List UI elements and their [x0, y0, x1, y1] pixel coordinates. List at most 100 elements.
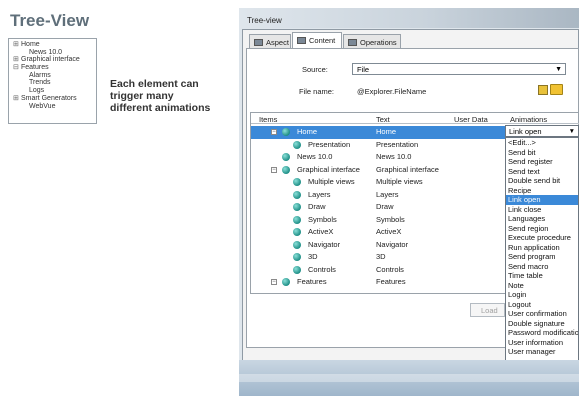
collapse-toggle-icon[interactable]: −: [271, 279, 277, 285]
animation-option[interactable]: Send bit: [506, 148, 578, 158]
animation-option[interactable]: Login: [506, 290, 578, 300]
animation-option[interactable]: Send register: [506, 157, 578, 167]
animation-option[interactable]: User confirmation: [506, 309, 578, 319]
window-title: Tree-view: [247, 16, 282, 25]
globe-icon: [293, 190, 301, 199]
mini-tree-label: WebVue: [29, 102, 56, 110]
tree-row[interactable]: − Features Features: [251, 276, 505, 289]
item-name: Navigator: [308, 239, 341, 249]
tree-row[interactable]: Multiple views Multiple views: [251, 176, 505, 189]
mini-tree-label: Features: [21, 64, 49, 72]
load-button[interactable]: Load: [470, 303, 505, 317]
animation-option[interactable]: Send macro: [506, 262, 578, 272]
mini-tree-label: Alarms: [29, 71, 51, 79]
globe-icon: [293, 203, 301, 211]
globe-icon: [293, 178, 301, 186]
mini-tree-item: ⊟ Features: [13, 64, 96, 72]
mini-tree-label: News 10.0: [29, 48, 63, 56]
animation-option[interactable]: Password modification: [506, 328, 578, 338]
item-name: Controls: [308, 264, 336, 274]
animation-option[interactable]: Link open: [506, 195, 578, 205]
item-name: 3D: [308, 252, 318, 261]
tree-row[interactable]: Draw Draw: [251, 201, 505, 214]
animation-option[interactable]: Logout: [506, 300, 578, 310]
animation-option[interactable]: User information: [506, 338, 578, 348]
tree-row[interactable]: Controls Controls: [251, 264, 505, 277]
animation-option[interactable]: Send region: [506, 224, 578, 234]
tree-row[interactable]: Layers Layers: [251, 189, 505, 202]
folder-icon[interactable]: [550, 84, 563, 95]
tree-toggle-icon: ⊞: [13, 94, 19, 102]
filename-field[interactable]: @Explorer.FileName: [357, 87, 426, 96]
animation-option[interactable]: <Edit...>: [506, 138, 578, 148]
animation-option[interactable]: Run application: [506, 243, 578, 253]
mini-tree-item: ⊞ Smart Generators: [13, 95, 96, 103]
globe-icon: [293, 140, 301, 149]
animation-option[interactable]: Send program: [506, 252, 578, 262]
taskbar-highlight: [239, 374, 579, 382]
globe-icon: [282, 278, 290, 286]
item-text: ActiveX: [376, 227, 402, 236]
window-titlebar: [239, 8, 579, 28]
animation-option[interactable]: Double signature: [506, 319, 578, 329]
item-text: Navigator: [376, 239, 409, 249]
mini-tree-label: Logs: [29, 87, 45, 95]
animation-selected: Link open: [509, 127, 542, 136]
source-dropdown[interactable]: File ▼: [352, 63, 566, 75]
item-text: Symbols: [376, 214, 405, 224]
item-name: ActiveX: [308, 227, 334, 236]
animation-option[interactable]: User manager: [506, 347, 578, 357]
animation-option[interactable]: Time table: [506, 271, 578, 281]
filename-label: File name:: [299, 87, 335, 96]
item-text: Home: [376, 127, 397, 136]
globe-icon: [293, 215, 301, 224]
animation-option[interactable]: Link close: [506, 205, 578, 215]
tree-row[interactable]: − Home Home: [251, 126, 505, 139]
globe-icon: [282, 165, 290, 174]
mini-tree-item: ⊞ Graphical interface: [13, 56, 96, 64]
operations-icon: [348, 39, 357, 46]
tree-row[interactable]: Navigator Navigator: [251, 239, 505, 252]
animation-option[interactable]: Send text: [506, 167, 578, 177]
item-name: Multiple views: [308, 177, 355, 186]
animation-dropdown[interactable]: Link open ▼: [505, 125, 579, 137]
mini-tree-item: WebVue: [13, 103, 96, 111]
content-icon: [297, 37, 306, 44]
tab-label: Content: [309, 36, 336, 45]
item-name: News 10.0: [297, 152, 333, 161]
item-text: Presentation: [376, 139, 419, 149]
mini-tree-item: News 10.0: [13, 49, 96, 57]
tree-row[interactable]: 3D 3D: [251, 251, 505, 264]
mini-tree-item: Logs: [13, 87, 96, 95]
globe-icon: [293, 265, 301, 274]
item-name: Draw: [308, 202, 326, 211]
tab-content[interactable]: Content: [292, 32, 342, 49]
globe-icon: [293, 253, 301, 261]
animation-option[interactable]: Recipe: [506, 186, 578, 196]
globe-icon: [282, 128, 290, 136]
animation-option[interactable]: Execute procedure: [506, 233, 578, 243]
caption-line: different animations: [110, 102, 211, 114]
tree-row[interactable]: Symbols Symbols: [251, 214, 505, 227]
item-text: Layers: [376, 189, 399, 199]
tree-row[interactable]: − Graphical interface Graphical interface: [251, 164, 505, 177]
tree-toggle-icon: ⊞: [13, 56, 19, 64]
tree-row[interactable]: ActiveX ActiveX: [251, 226, 505, 239]
item-text: 3D: [376, 252, 386, 261]
variable-picker-icon[interactable]: [538, 85, 548, 95]
animation-options-list: <Edit...> Send bit Send register Send text D…: [505, 137, 579, 392]
header-divider: [251, 123, 579, 124]
animation-option[interactable]: Double send bit: [506, 176, 578, 186]
mini-tree-item: Trends: [13, 79, 96, 87]
mini-tree-label: Smart Generators: [21, 94, 77, 102]
tree-row[interactable]: News 10.0 News 10.0: [251, 151, 505, 164]
tree-row[interactable]: Presentation Presentation: [251, 139, 505, 152]
mini-tree-label: Graphical interface: [21, 56, 80, 64]
globe-icon: [293, 240, 301, 249]
animation-option[interactable]: Note: [506, 281, 578, 291]
tab-operations[interactable]: Operations: [343, 34, 401, 49]
animation-option[interactable]: Languages: [506, 214, 578, 224]
collapse-toggle-icon[interactable]: −: [271, 166, 277, 173]
collapse-toggle-icon[interactable]: −: [271, 129, 277, 135]
tab-aspect[interactable]: Aspect: [249, 34, 291, 49]
